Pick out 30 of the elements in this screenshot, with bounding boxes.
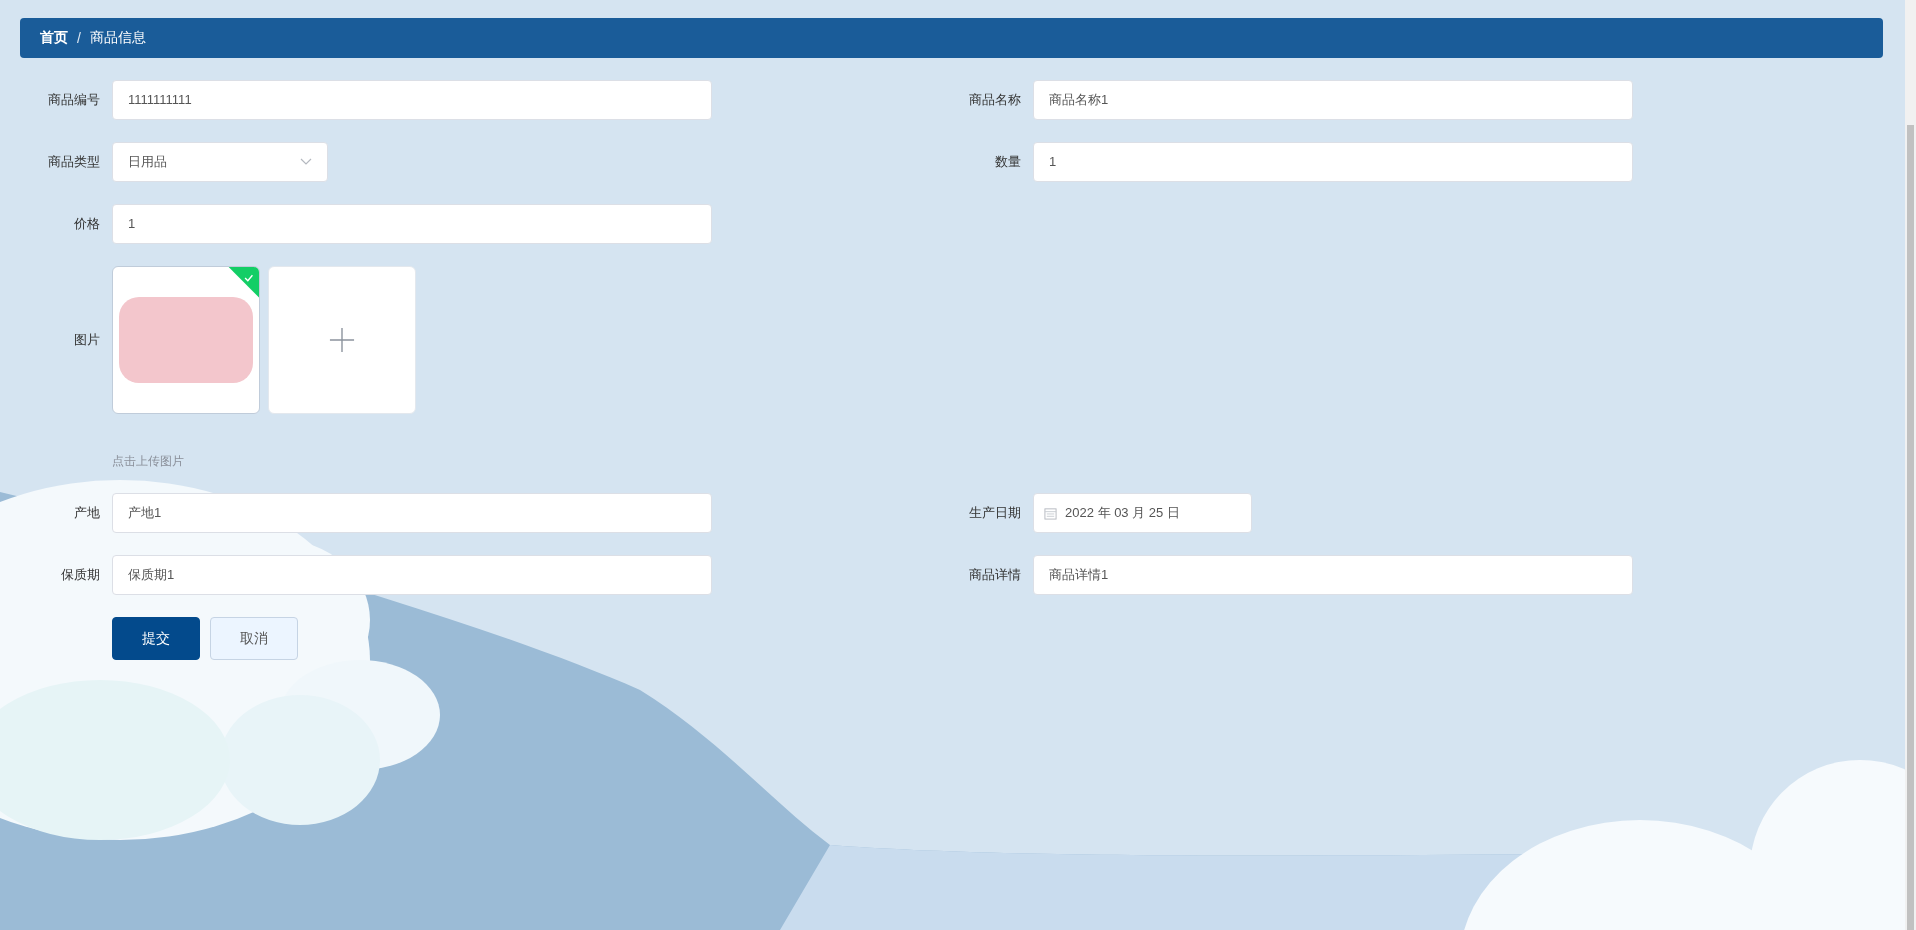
input-field[interactable]: 1111111111 bbox=[112, 80, 712, 120]
input-field[interactable]: 商品详情1 bbox=[1033, 555, 1633, 595]
field-label: 生产日期 bbox=[968, 504, 1022, 522]
field-label: 商品编号 bbox=[47, 91, 101, 109]
upload-hint: 点击上传图片 bbox=[112, 453, 185, 470]
select-field[interactable]: 日用品 bbox=[112, 142, 328, 182]
cancel-button[interactable]: 取消 bbox=[210, 617, 298, 660]
plus-icon bbox=[329, 327, 355, 353]
field-label: 价格 bbox=[73, 215, 101, 233]
input-field[interactable]: 产地1 bbox=[112, 493, 712, 533]
submit-button[interactable]: 提交 bbox=[112, 617, 200, 660]
breadcrumb-separator: / bbox=[77, 30, 81, 46]
field-label: 商品名称 bbox=[968, 91, 1022, 109]
field-label: 产地 bbox=[73, 504, 101, 522]
breadcrumb-link[interactable]: 商品信息 bbox=[89, 29, 146, 47]
breadcrumb-link[interactable]: 首页 bbox=[40, 29, 68, 47]
input-field[interactable]: 1 bbox=[1033, 142, 1633, 182]
upload-button[interactable] bbox=[268, 266, 416, 414]
calendar-icon bbox=[1044, 506, 1057, 520]
field-label: 商品详情 bbox=[968, 566, 1022, 584]
field-label: 保质期 bbox=[60, 566, 101, 584]
field-label: 数量 bbox=[994, 153, 1022, 171]
scrollbar[interactable] bbox=[1905, 0, 1916, 930]
field-label: 商品类型 bbox=[47, 153, 101, 171]
field-label: 图片 bbox=[73, 331, 101, 349]
chevron-down-icon bbox=[300, 158, 312, 166]
input-field[interactable]: 商品名称1 bbox=[1033, 80, 1633, 120]
input-field[interactable]: 保质期1 bbox=[112, 555, 712, 595]
date-field[interactable]: 2022 年 03 月 25 日 bbox=[1033, 493, 1252, 533]
input-field[interactable]: 1 bbox=[112, 204, 712, 244]
